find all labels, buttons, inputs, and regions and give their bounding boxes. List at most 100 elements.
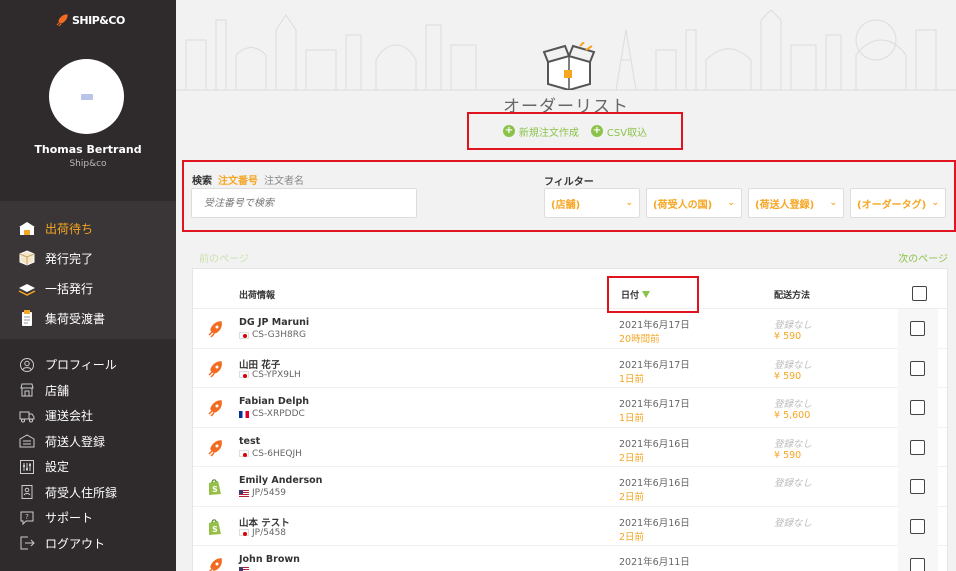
shipping-method: 登録なし [774,399,813,410]
rocket-logo-icon [56,14,68,27]
table-row[interactable]: S 山本 テスト JP/5458 2021年6月16日 2日前 登録なし [193,506,947,546]
sliders-icon [17,457,37,477]
row-checkbox[interactable] [910,321,925,336]
search-input[interactable] [191,188,417,218]
sidebar-item-label: ログアウト [45,536,106,551]
header-method: 配送方法 [774,291,811,301]
order-relative-time: 2日前 [619,492,645,503]
select-all-checkbox[interactable] [912,286,927,301]
order-code [239,567,252,571]
row-checkbox[interactable] [910,360,925,376]
row-checkbox-cell [898,388,938,428]
select-value: (オーダータグ) [857,199,927,211]
sidebar-item-carriers[interactable]: 運送会社 [0,403,176,429]
row-checkbox[interactable] [910,479,925,494]
warehouse-icon [17,218,37,238]
filter-country-select[interactable]: (荷受人の国) ⌄ [646,188,742,218]
user-icon [17,355,37,375]
building-icon [17,431,37,451]
new-order-button[interactable]: + 新規注文作成 [502,124,579,139]
order-relative-time: 1日前 [619,373,645,385]
recipient-name: Fabian Delph [239,396,310,407]
layers-icon [17,278,37,298]
csv-import-label: CSV取込 [606,127,648,139]
shipping-price: ¥ 5,600 [774,410,811,421]
sidebar-item-label: 荷受人住所録 [45,485,118,500]
table-row[interactable]: S Emily Anderson JP/5459 2021年6月16日 2日前 登録なし [193,467,947,507]
sidebar-item-address-book[interactable]: 荷受人住所録 [0,480,176,506]
select-value: (荷受人の国) [653,199,713,211]
filter-store-select[interactable]: (店舗) ⌄ [544,188,640,218]
rocket-icon [205,319,225,339]
table-row[interactable]: 山田 花子 CS-YPX9LH 2021年6月17日 1日前 登録なし ¥ 590 [193,348,947,388]
user-name: Thomas Bertrand [34,143,142,156]
order-relative-time: 2日前 [619,452,645,464]
sidebar-item-senders[interactable]: 荷送人登録 [0,429,176,455]
sidebar-item-label: 荷送人登録 [45,434,106,449]
filter-sender-select[interactable]: (荷送人登録) ⌄ [748,188,844,218]
row-checkbox-cell [898,467,938,507]
row-checkbox-cell [898,309,938,349]
recipient-name: 山田 花子 [239,359,281,371]
sidebar-item-label: プロフィール [45,358,117,373]
box-icon [17,248,37,268]
filter-tag-select[interactable]: (オーダータグ) ⌄ [850,188,946,218]
sidebar-item-label: 一括発行 [45,281,94,296]
order-code-text: JP/5459 [252,488,287,498]
table-row[interactable]: Fabian Delph CS-XRPDDC 2021年6月17日 1日前 登録なし ¥ … [193,388,947,428]
table-body: DG JP Maruni CS-G3H8RG 2021年6月17日 20時間前 登録なし… [193,309,947,571]
sidebar-item-logout[interactable]: ログアウト [0,531,176,557]
select-value: (店舗) [551,199,581,211]
search-label: 検索 [192,176,212,187]
table-row[interactable]: DG JP Maruni CS-G3H8RG 2021年6月17日 20時間前 登録なし… [193,309,947,349]
order-relative-time: 2日前 [619,531,645,543]
filter-label: フィルター [544,177,594,188]
csv-import-button[interactable]: + CSV取込 [590,124,648,139]
sidebar-item-profile[interactable]: プロフィール [0,352,176,378]
row-checkbox[interactable] [910,439,925,455]
open-box-icon [542,42,596,90]
prev-page-link[interactable]: 前のページ [199,250,249,265]
table-row[interactable]: test CS-6HEQJH 2021年6月16日 2日前 登録なし ¥ 590 [193,427,947,467]
flag-fr-icon [239,410,249,418]
logout-icon [17,533,37,553]
primary-nav: 出荷待ち 発行完了 一括発行 集荷受渡書 [0,201,176,339]
order-code-text: CS-XRPDDC [252,409,305,419]
sidebar-item-bulk[interactable]: 一括発行 [0,273,176,303]
search-mode-orderer[interactable]: 注文者名 [264,172,304,187]
sidebar-item-label: 店舗 [45,383,70,398]
sidebar-item-settings[interactable]: 設定 [0,454,176,480]
row-checkbox[interactable] [910,558,925,571]
avatar-image [80,93,93,100]
shipping-method: 登録なし [774,359,813,371]
table-row[interactable]: John Brown 2021年6月11日 [193,546,947,571]
filter-selects: (店舗) ⌄ (荷受人の国) ⌄ (荷送人登録) ⌄ (オーダータグ) ⌄ [544,188,946,218]
order-date: 2021年6月17日 [619,320,690,331]
row-checkbox[interactable] [910,400,925,415]
order-code: CS-YPX9LH [239,370,301,380]
search-mode-bar: 検索 注文番号 注文者名 [192,172,304,187]
sidebar-item-issued[interactable]: 発行完了 [0,243,176,273]
new-order-label: 新規注文作成 [518,127,579,139]
recipient-name: test [239,435,261,447]
next-page-link[interactable]: 次のページ [898,250,948,265]
plus-icon: + [590,125,603,137]
table-header: 出荷情報 日付 配送方法 [193,269,947,313]
row-checkbox[interactable] [910,518,925,534]
order-code: CS-XRPDDC [239,409,305,419]
rocket-icon [205,438,225,458]
plus-icon: + [502,125,515,137]
sidebar-item-store[interactable]: 店舗 [0,378,176,404]
sidebar-item-label: 運送会社 [45,409,94,424]
avatar[interactable] [49,59,124,134]
sidebar-item-support[interactable]: ? サポート [0,505,176,531]
sidebar-item-label: 発行完了 [45,251,94,266]
sidebar: SHIP&CO Thomas Bertrand Ship&co 出荷待ち 発行完… [0,0,176,571]
shipping-method: 登録なし [774,478,813,489]
search-mode-order-number[interactable]: 注文番号 [218,172,258,187]
sidebar-item-pickup-slip[interactable]: 集荷受渡書 [0,303,176,333]
recipient-name: Emily Anderson [239,475,323,486]
app-logo[interactable]: SHIP&CO [54,12,125,28]
flag-jp-icon [239,450,249,457]
sidebar-item-pending[interactable]: 出荷待ち [0,213,176,243]
